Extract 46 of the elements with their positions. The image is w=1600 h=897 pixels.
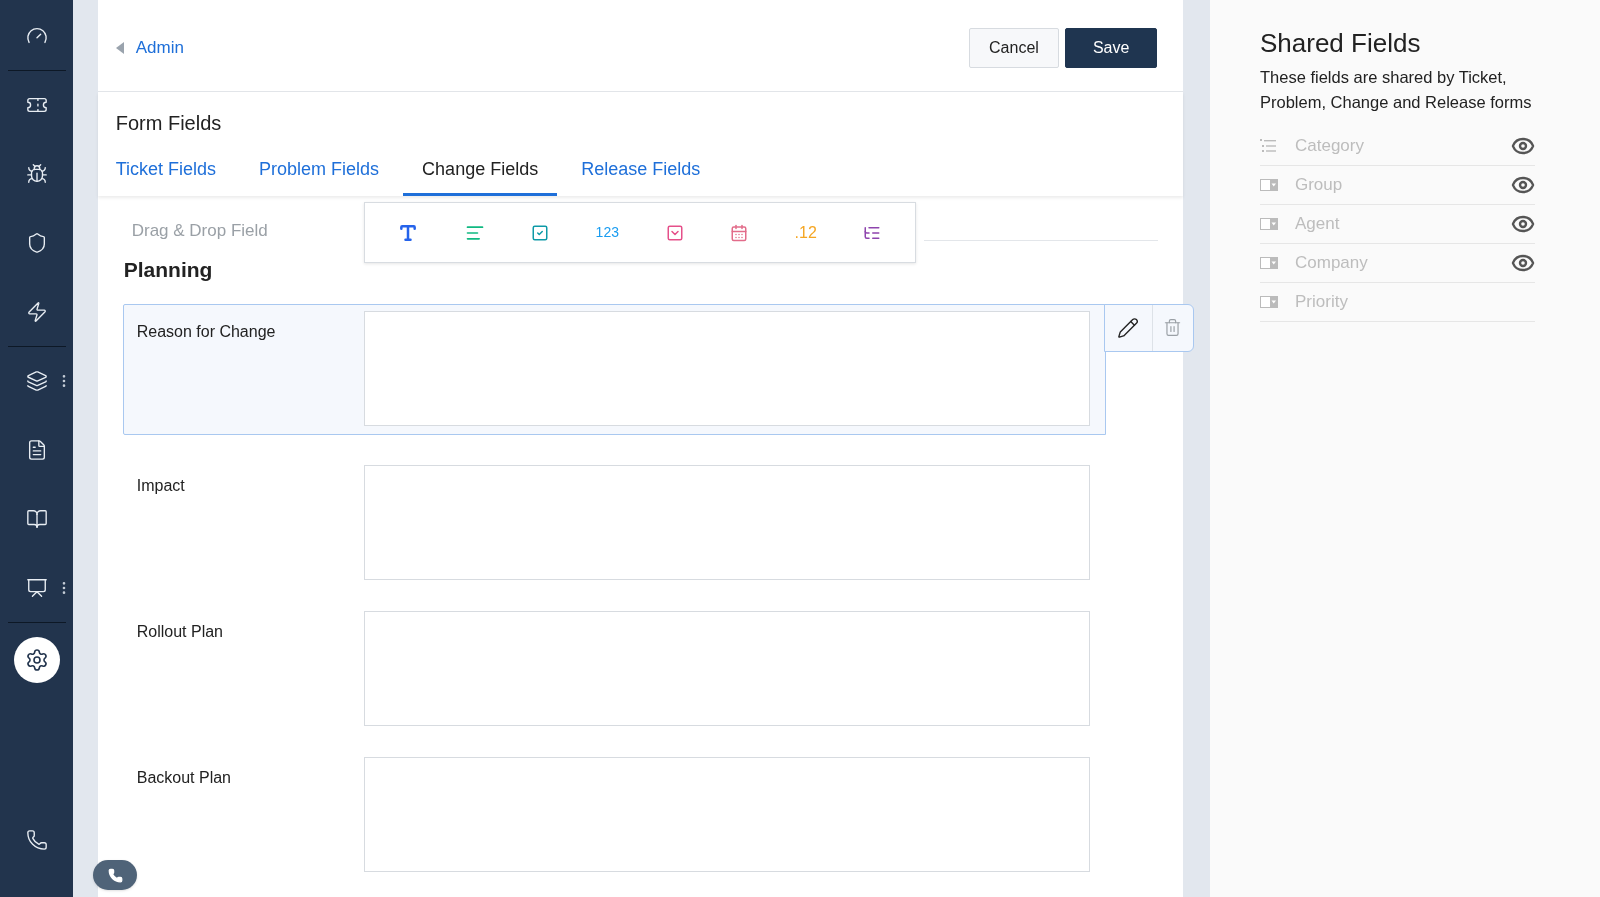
dropdown-icon — [1260, 257, 1278, 269]
book-icon[interactable] — [25, 508, 48, 530]
settings-button[interactable] — [13, 637, 60, 683]
tab[interactable]: Problem Fields — [240, 156, 399, 196]
textarea-field[interactable] — [363, 610, 1090, 726]
phone-icon[interactable] — [25, 829, 48, 851]
field-label: Impact — [135, 475, 186, 496]
phone-icon — [107, 867, 123, 883]
dropdown-field-icon[interactable] — [665, 223, 684, 242]
textarea-field[interactable] — [363, 464, 1090, 580]
panel-title: Shared Fields — [1260, 27, 1422, 60]
lightning-icon[interactable] — [25, 301, 48, 323]
pencil-icon — [1117, 316, 1140, 339]
layers-icon[interactable] — [25, 370, 48, 392]
tab[interactable]: Change Fields — [403, 156, 558, 196]
section-title: Planning — [122, 257, 214, 283]
dropdown-icon — [1260, 179, 1278, 191]
palette-label: Drag & Drop Field — [130, 220, 269, 243]
form-field-row[interactable]: Impact — [122, 457, 1106, 581]
form-field-row[interactable]: Rollout Plan — [122, 603, 1106, 727]
presentation-icon[interactable] — [25, 577, 48, 599]
calendar-field-icon[interactable] — [730, 223, 749, 242]
text-field-icon[interactable] — [397, 222, 418, 243]
form-field-row[interactable]: Reason for Change — [122, 303, 1106, 435]
form-field-row[interactable]: Backout Plan — [122, 749, 1106, 873]
settings-icon — [24, 648, 49, 672]
cancel-button[interactable]: Cancel — [969, 27, 1059, 68]
dropdown-icon — [1260, 218, 1278, 230]
field-label: Backout Plan — [135, 767, 232, 788]
trash-icon — [1163, 318, 1183, 337]
dropdown-icon — [1260, 296, 1278, 308]
textarea-field[interactable] — [363, 756, 1090, 872]
textarea-field[interactable] — [363, 310, 1090, 426]
back-icon — [115, 41, 124, 54]
field-label: Rollout Plan — [135, 621, 224, 642]
save-button[interactable]: Save — [1064, 27, 1158, 68]
list-icon — [1260, 139, 1278, 153]
tab[interactable]: Ticket Fields — [115, 156, 236, 196]
panel-description: These fields are shared by Ticket, Problem, Change and Release forms — [1260, 67, 1533, 113]
tab[interactable]: Release Fields — [562, 156, 720, 196]
bug-icon[interactable] — [25, 163, 48, 185]
back-link[interactable]: Admin — [115, 34, 184, 61]
number-field-icon[interactable]: 123 — [595, 222, 619, 243]
field-label: Reason for Change — [135, 321, 277, 342]
page-title: Form Fields — [114, 111, 223, 136]
checkbox-field-icon[interactable] — [531, 223, 550, 242]
